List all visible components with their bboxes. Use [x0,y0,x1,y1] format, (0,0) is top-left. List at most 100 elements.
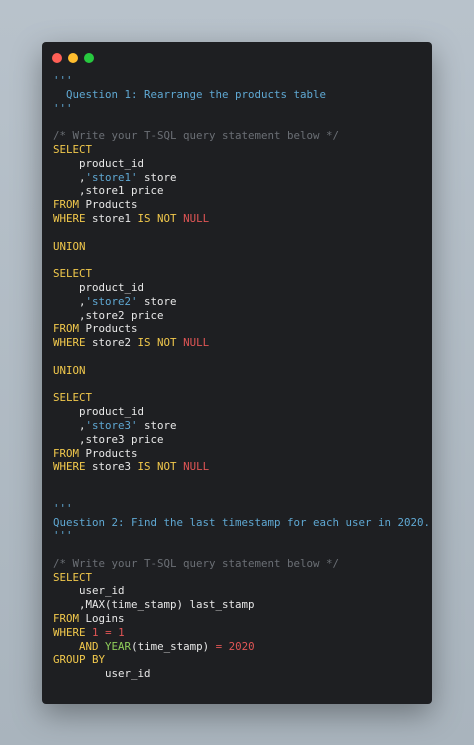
code-token-keyword: AND [79,639,99,653]
code-line: ,MAX(time_stamp) last_stamp [53,598,426,612]
code-token-null: NULL [183,460,210,474]
code-token-keyword: UNION [53,363,86,377]
code-line: FROM Products [53,322,426,336]
code-token-keyword: GROUP BY [53,653,106,667]
code-line: WHERE 1 = 1 [53,626,426,640]
code-token-default: Products [79,198,138,212]
close-button[interactable] [52,53,62,63]
code-token-default: store [137,294,177,308]
code-token-keyword: WHERE [53,625,86,639]
code-line: WHERE store3 IS NOT NULL [53,460,426,474]
code-token-doc: ''' [53,74,73,87]
code-line: user_id [53,667,426,681]
code-token-doc: ''' [53,501,73,515]
code-token-default: store1 [85,211,138,225]
code-token-keyword: SELECT [53,142,93,156]
code-line: /* Write your T-SQL query statement belo… [53,129,426,143]
code-token-default: store2 [85,336,138,350]
code-token-default: , [53,170,86,184]
code-token-keyword: SELECT [53,570,93,584]
code-token-null: NULL [183,336,210,350]
code-line: ''' [53,529,426,543]
code-token-keyword: FROM [53,446,80,460]
code-line: ''' [53,502,426,516]
code-token-default: user_id [53,584,125,598]
code-token-keyword: IS NOT [137,211,177,225]
window-titlebar [52,53,94,63]
code-token-keyword: IS NOT [137,460,177,474]
code-line: user_id [53,584,426,598]
code-token-string: 'store2' [85,294,138,308]
code-token-default: product_id [53,405,145,419]
code-line: WHERE store1 IS NOT NULL [53,212,426,226]
code-token-default: , [53,418,86,432]
code-token-default: product_id [53,280,145,294]
code-token-default: (time_stamp) [131,639,216,653]
code-token-default: ,store1 price [53,184,164,198]
code-line: WHERE store2 IS NOT NULL [53,336,426,350]
code-token-default: ,MAX(time_stamp) last_stamp [53,598,255,612]
code-line: Question 1: Rearrange the products table [53,88,426,102]
code-line: SELECT [53,143,426,157]
code-token-comment: /* Write your T-SQL query statement belo… [53,556,340,570]
code-line: ,'store2' store [53,295,426,309]
code-token-keyword: WHERE [53,460,86,474]
code-token-default: store3 [85,460,138,474]
code-token-string: 'store3' [85,418,138,432]
code-token-null: NULL [183,211,210,225]
code-token-number: 1 [118,625,125,639]
code-line: FROM Products [53,198,426,212]
code-token-function: YEAR [105,639,132,653]
code-token-default: user_id [53,667,151,681]
code-token-keyword: SELECT [53,267,93,281]
code-line: GROUP BY [53,653,426,667]
code-token-doc: ''' [53,529,73,543]
code-line: product_id [53,281,426,295]
code-line: ,'store1' store [53,171,426,185]
code-line: UNION [53,240,426,254]
code-token-number: 2020 [228,639,255,653]
code-token-keyword: WHERE [53,336,86,350]
code-line: product_id [53,157,426,171]
code-token-doc: Question 2: Find the last timestamp for … [53,515,431,529]
zoom-button[interactable] [84,53,94,63]
code-token-string: 'store1' [85,170,138,184]
code-line: /* Write your T-SQL query statement belo… [53,557,426,571]
code-token-default: store [137,170,177,184]
code-token-keyword: FROM [53,198,80,212]
code-token-default [53,640,79,653]
code-token-default: , [53,294,86,308]
code-token-keyword: WHERE [53,211,86,225]
code-line: product_id [53,405,426,419]
code-line: AND YEAR(time_stamp) = 2020 [53,640,426,654]
code-line: ,store2 price [53,309,426,323]
code-token-keyword: SELECT [53,391,93,405]
code-window: ''' Question 1: Rearrange the products t… [42,42,432,704]
code-line: Question 2: Find the last timestamp for … [53,516,430,530]
code-line: FROM Products [53,447,426,461]
code-token-default: Products [79,322,138,336]
code-block[interactable]: ''' Question 1: Rearrange the products t… [53,74,430,681]
code-token-default: store [137,418,177,432]
code-line: ,store1 price [53,184,426,198]
code-line: ''' [53,102,426,116]
code-line: ,store3 price [53,433,426,447]
code-line: ,'store3' store [53,419,426,433]
code-line: SELECT [53,267,426,281]
code-token-doc: ''' [53,101,73,115]
minimize-button[interactable] [68,53,78,63]
code-token-doc: Question 1: Rearrange the products table [53,87,327,101]
code-token-keyword: FROM [53,612,80,626]
code-line: UNION [53,364,426,378]
code-line: FROM Logins [53,612,426,626]
code-token-keyword: UNION [53,239,86,253]
code-token-keyword: FROM [53,322,80,336]
